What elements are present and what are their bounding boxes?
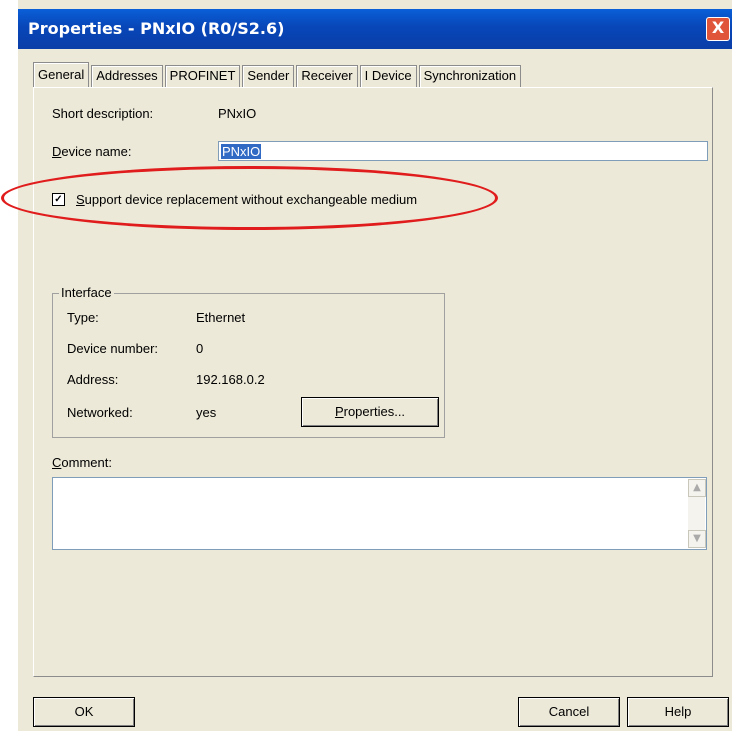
cancel-button[interactable]: Cancel <box>518 697 620 727</box>
tab-profinet[interactable]: PROFINET <box>164 65 241 87</box>
networked-value: yes <box>196 405 217 420</box>
tab-receiver[interactable]: Receiver <box>296 65 358 87</box>
device-name-input[interactable]: PNxIO <box>218 141 708 161</box>
scroll-up-arrow-icon[interactable]: ▲ <box>688 479 706 497</box>
tab-strip: General Addresses PROFINET Sender Receiv… <box>33 62 523 87</box>
short-description-label: Short description: <box>52 106 154 121</box>
close-icon[interactable]: X <box>706 17 730 41</box>
type-value: Ethernet <box>196 310 246 325</box>
interface-group-title: Interface <box>59 285 114 300</box>
window-title: Properties - PNxIO (R0/S2.6) <box>28 19 285 38</box>
interface-properties-button[interactable]: Properties... <box>301 397 439 427</box>
comment-textarea[interactable]: ▲ ▼ <box>52 477 707 550</box>
tab-i-device[interactable]: I Device <box>359 65 417 87</box>
comment-scrollbar[interactable]: ▲ ▼ <box>688 479 706 548</box>
device-name-selected-text: PNxIO <box>221 144 262 159</box>
title-bar[interactable]: Properties - PNxIO (R0/S2.6) X <box>18 9 732 49</box>
address-value: 192.168.0.2 <box>196 372 265 387</box>
comment-label: Comment: <box>52 455 112 470</box>
networked-label: Networked: <box>67 405 133 420</box>
tab-sender[interactable]: Sender <box>242 65 295 87</box>
address-label: Address: <box>67 372 119 387</box>
ok-button[interactable]: OK <box>33 697 135 727</box>
scroll-down-arrow-icon[interactable]: ▼ <box>688 530 706 548</box>
highlight-ellipse <box>1 166 498 230</box>
device-number-value: 0 <box>196 341 204 356</box>
type-label: Type: <box>67 310 99 325</box>
tab-synchronization[interactable]: Synchronization <box>418 65 522 87</box>
help-button[interactable]: Help <box>627 697 729 727</box>
tab-addresses[interactable]: Addresses <box>91 65 163 87</box>
device-name-label: Device name: <box>52 144 132 159</box>
tab-general[interactable]: General <box>33 62 90 87</box>
device-number-label: Device number: <box>67 341 159 356</box>
short-description-value: PNxIO <box>218 106 257 121</box>
